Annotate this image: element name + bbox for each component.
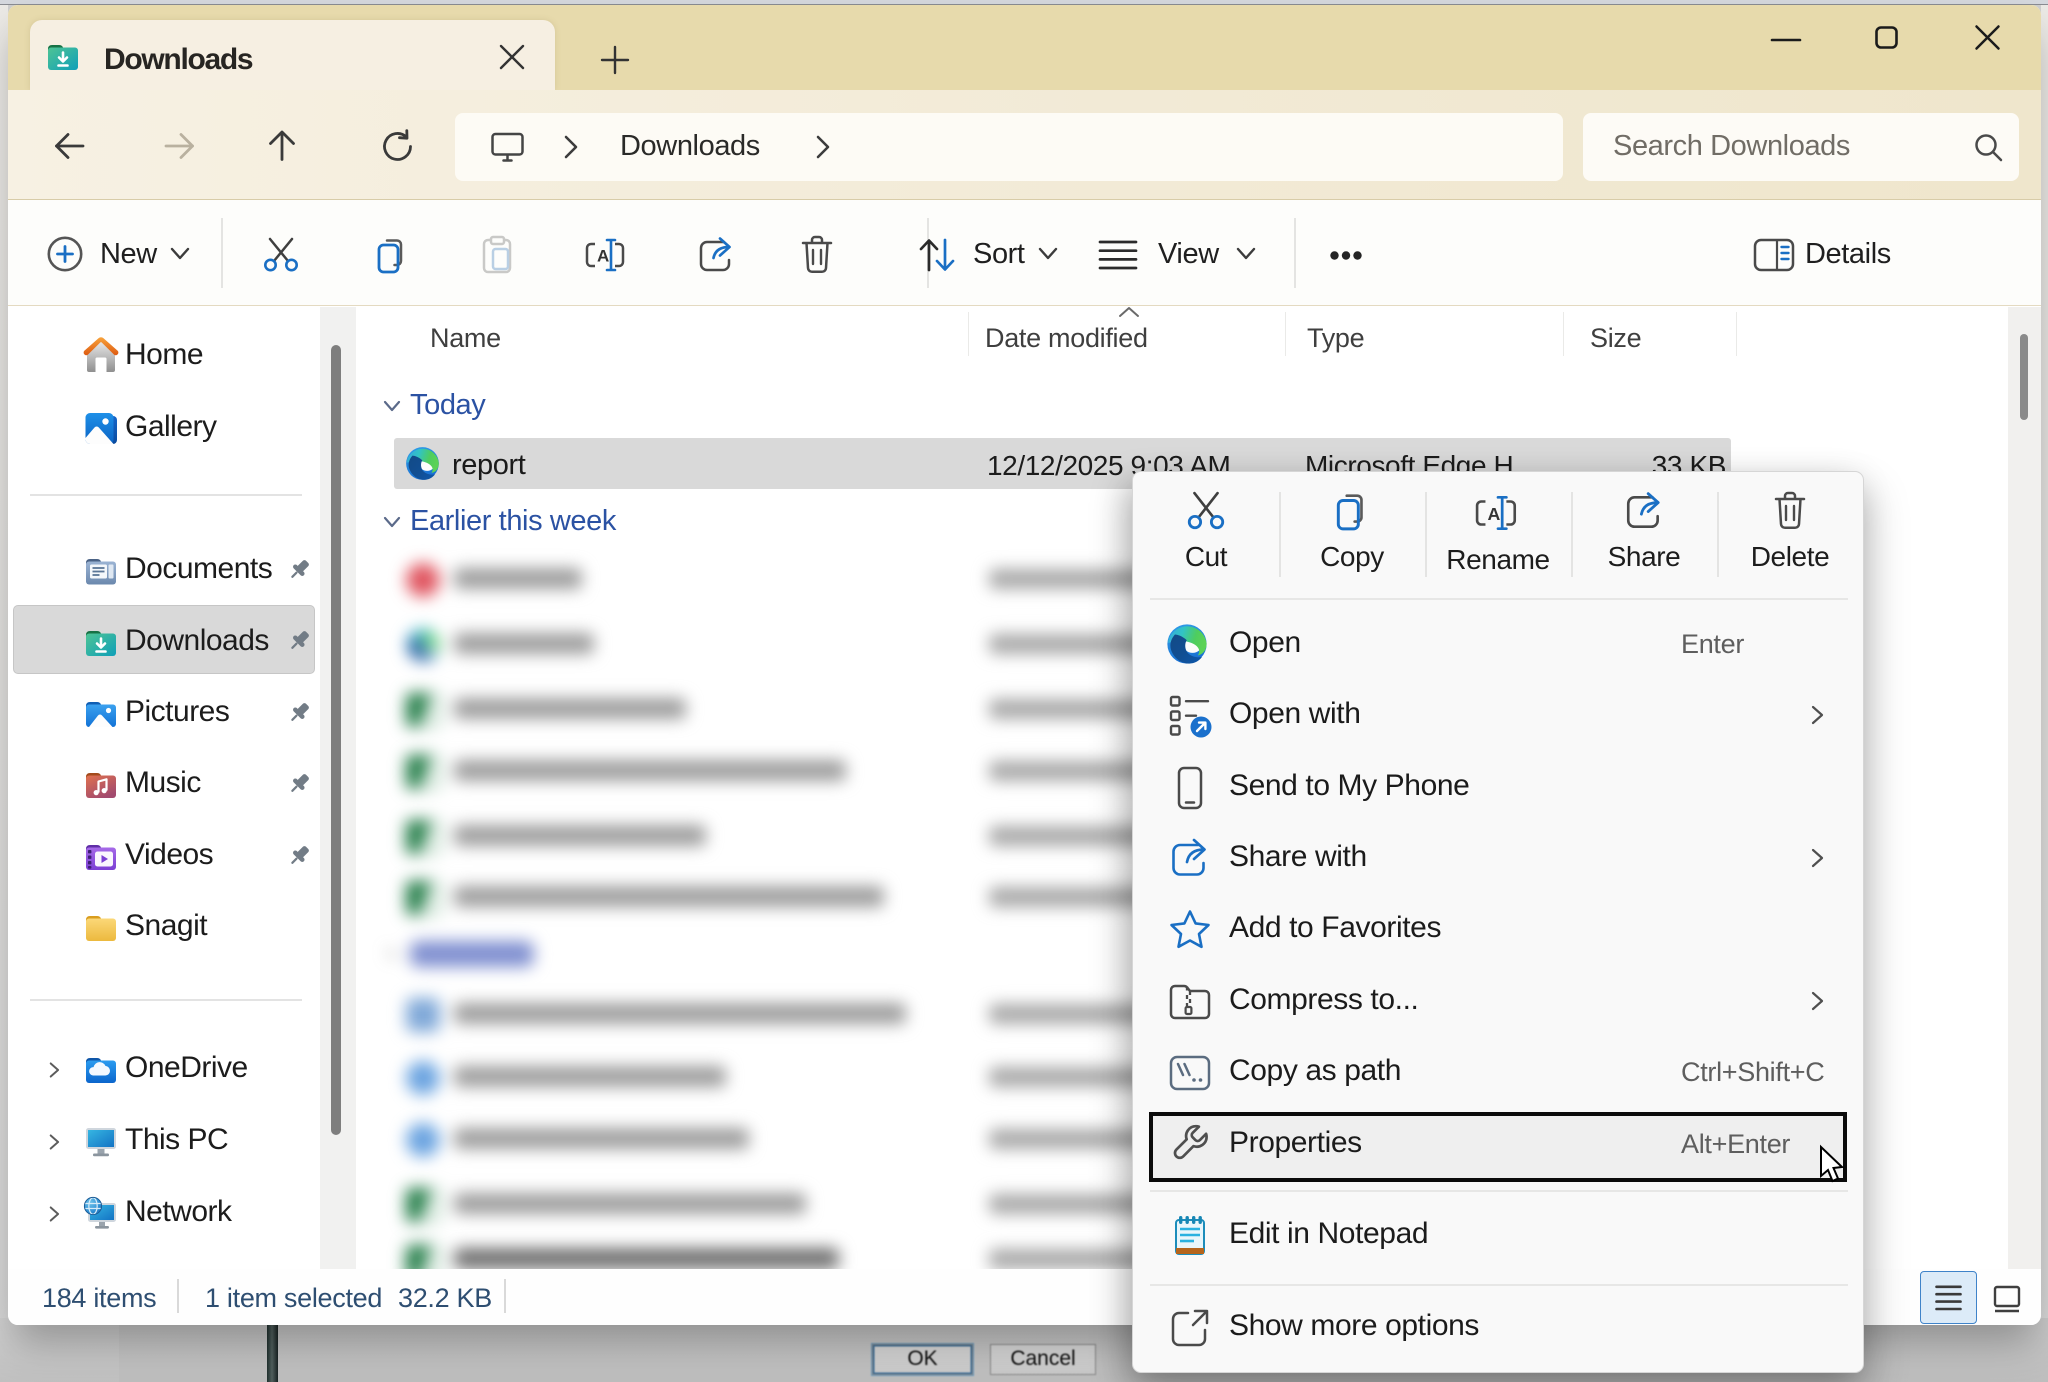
svg-text:A: A [597,247,609,266]
svg-text:A: A [1488,504,1501,524]
